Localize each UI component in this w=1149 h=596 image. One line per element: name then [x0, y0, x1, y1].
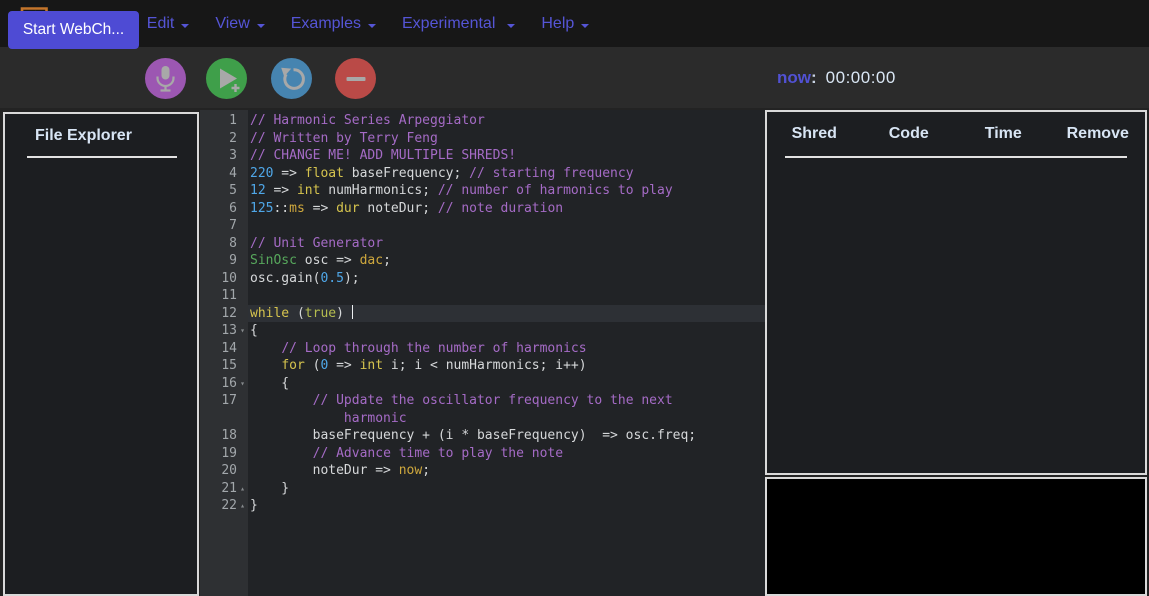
menu-experimental-label: Experimental	[402, 15, 495, 33]
fold-marker-icon[interactable]: ▾	[237, 375, 248, 393]
line-number: 10	[200, 270, 248, 288]
code-line: 6125::ms => dur noteDur; // note duratio…	[200, 200, 765, 218]
file-explorer-title: File Explorer	[35, 127, 197, 145]
fold-marker-icon[interactable]: ▾	[237, 322, 248, 340]
code-line: 12while (true)	[200, 305, 765, 323]
line-number: 12	[200, 305, 248, 323]
code-line: 3// CHANGE ME! ADD MULTIPLE SHREDS!	[200, 147, 765, 165]
microphone-button[interactable]	[145, 58, 186, 99]
menu-examples[interactable]: Examples	[278, 15, 389, 33]
code-lines: 1// Harmonic Series Arpeggiator2// Writt…	[200, 110, 765, 515]
line-number: 7	[200, 217, 248, 235]
file-explorer-panel: File Explorer	[3, 112, 199, 596]
line-number: 9	[200, 252, 248, 270]
now-separator: :	[811, 68, 817, 88]
main-menu: File Edit View Examples Experimental Hel…	[67, 15, 602, 33]
shred-table-header: Shred Code Time Remove	[767, 125, 1145, 143]
menu-edit-label: Edit	[147, 15, 175, 33]
line-number: 17	[200, 392, 248, 410]
chevron-down-icon	[581, 24, 589, 28]
code-line: 13▾{	[200, 322, 765, 340]
menu-bar: File Edit View Examples Experimental Hel…	[0, 0, 1149, 47]
play-add-icon	[213, 65, 241, 93]
fold-marker-icon[interactable]: ▴	[237, 497, 248, 515]
fold-marker-icon[interactable]: ▴	[237, 480, 248, 498]
shred-table-panel: Shred Code Time Remove	[765, 110, 1147, 475]
line-number: 3	[200, 147, 248, 165]
line-number: 18	[200, 427, 248, 445]
minus-icon	[342, 65, 370, 93]
code-line: 19 // Advance time to play the note	[200, 445, 765, 463]
now-time-value: 00:00:00	[826, 68, 896, 88]
microphone-icon	[152, 64, 179, 93]
line-number: 20	[200, 462, 248, 480]
menu-experimental[interactable]: Experimental	[389, 15, 528, 33]
code-line: 22▴}	[200, 497, 765, 515]
menu-view[interactable]: View	[202, 15, 277, 33]
column-shred: Shred	[767, 125, 862, 143]
start-webchuck-button[interactable]: Start WebCh...	[8, 11, 139, 49]
menu-view-label: View	[215, 15, 249, 33]
code-line: 512 => int numHarmonics; // number of ha…	[200, 182, 765, 200]
code-line: 7	[200, 217, 765, 235]
line-number: 21▴	[200, 480, 248, 498]
line-number: 16▾	[200, 375, 248, 393]
chevron-down-icon	[181, 24, 189, 28]
audio-visualizer	[765, 477, 1147, 596]
code-line: 1// Harmonic Series Arpeggiator	[200, 112, 765, 130]
line-number: 15	[200, 357, 248, 375]
now-label: now	[777, 68, 811, 88]
shred-table-divider	[785, 156, 1127, 158]
column-time: Time	[956, 125, 1051, 143]
code-line: 8// Unit Generator	[200, 235, 765, 253]
line-number: 8	[200, 235, 248, 253]
code-line: 14 // Loop through the number of harmoni…	[200, 340, 765, 358]
line-number: 13▾	[200, 322, 248, 340]
remove-shred-button[interactable]	[335, 58, 376, 99]
line-number: 11	[200, 287, 248, 305]
menu-help-label: Help	[541, 15, 574, 33]
text-cursor	[352, 305, 354, 319]
code-line: 16▾ {	[200, 375, 765, 393]
code-line: 20 noteDur => now;	[200, 462, 765, 480]
menu-examples-label: Examples	[291, 15, 361, 33]
code-line: 10osc.gain(0.5);	[200, 270, 765, 288]
code-line: 9SinOsc osc => dac;	[200, 252, 765, 270]
code-editor[interactable]: 1// Harmonic Series Arpeggiator2// Writt…	[200, 110, 765, 596]
code-line: 18 baseFrequency + (i * baseFrequency) =…	[200, 427, 765, 445]
code-line: 11	[200, 287, 765, 305]
line-number: 1	[200, 112, 248, 130]
code-line: harmonic	[200, 410, 765, 428]
line-number: 6	[200, 200, 248, 218]
file-explorer-divider	[27, 156, 177, 158]
code-line: 21▴ }	[200, 480, 765, 498]
line-number: 22▴	[200, 497, 248, 515]
chevron-down-icon	[368, 24, 376, 28]
code-line: 15 for (0 => int i; i < numHarmonics; i+…	[200, 357, 765, 375]
line-number	[200, 410, 248, 428]
replace-shred-button[interactable]	[271, 58, 312, 99]
code-line: 2// Written by Terry Feng	[200, 130, 765, 148]
line-number: 14	[200, 340, 248, 358]
code-line: 17 // Update the oscillator frequency to…	[200, 392, 765, 410]
code-line: 4220 => float baseFrequency; // starting…	[200, 165, 765, 183]
menu-help[interactable]: Help	[528, 15, 602, 33]
play-add-shred-button[interactable]	[206, 58, 247, 99]
column-code: Code	[862, 125, 957, 143]
line-number: 19	[200, 445, 248, 463]
line-number: 5	[200, 182, 248, 200]
line-number: 4	[200, 165, 248, 183]
replay-arrow-icon	[277, 64, 307, 94]
chevron-down-icon	[507, 24, 515, 28]
chuck-time-display: now:00:00:00	[777, 68, 896, 88]
chevron-down-icon	[257, 24, 265, 28]
column-remove: Remove	[1051, 125, 1146, 143]
line-number: 2	[200, 130, 248, 148]
menu-edit[interactable]: Edit	[134, 15, 203, 33]
